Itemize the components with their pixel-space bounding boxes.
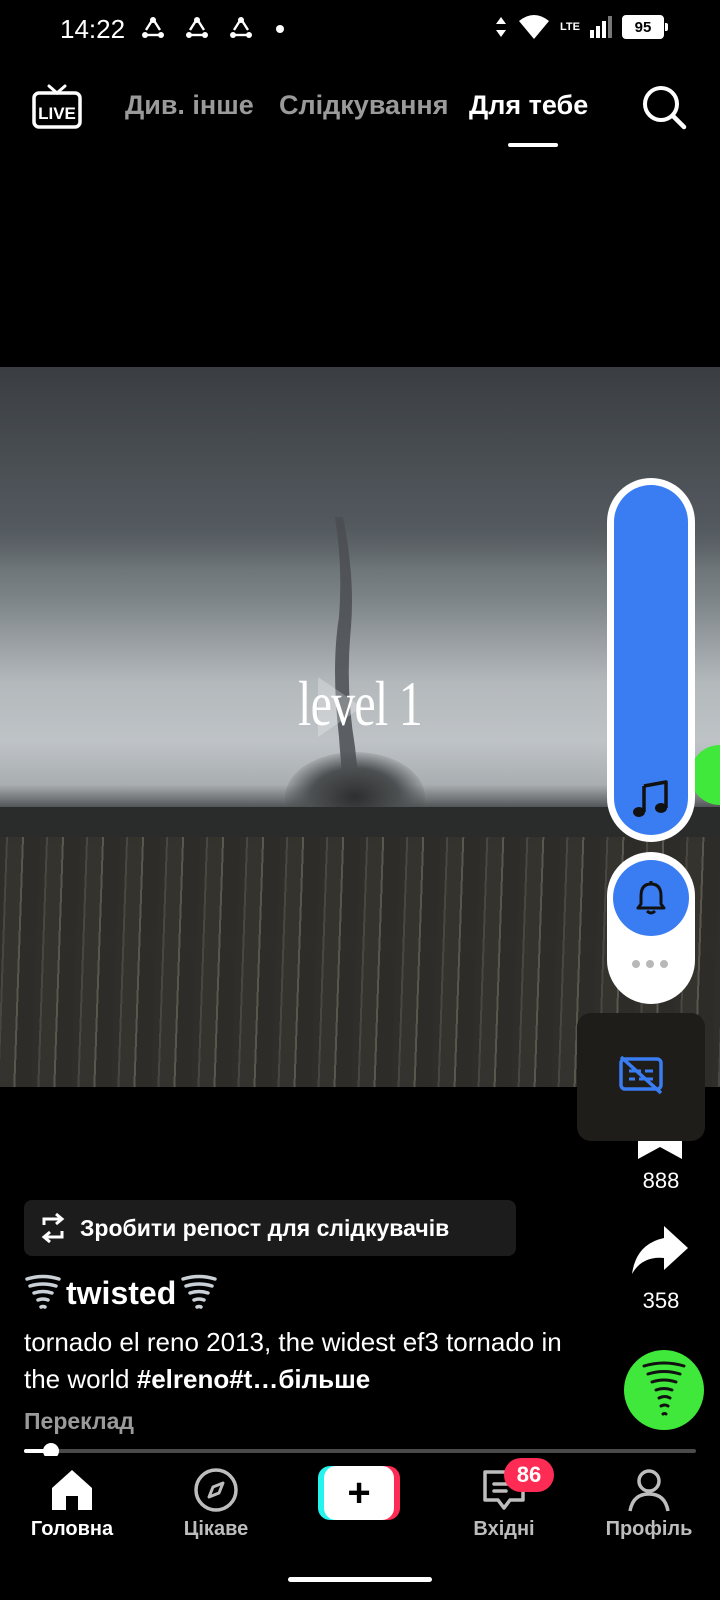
home-indicator	[288, 1577, 432, 1582]
tab-explore[interactable]: Див. інше	[125, 90, 254, 121]
tab-for-you[interactable]: Для тебе	[469, 90, 588, 121]
home-icon	[52, 1470, 92, 1510]
battery-icon: 95	[622, 15, 668, 39]
repost-label: Зробити репост для слідкувачів	[80, 1214, 450, 1241]
tornado-icon	[181, 1274, 217, 1309]
video-overlay-text: level 1	[297, 668, 423, 739]
status-notification-icons	[140, 16, 284, 42]
tornado-icon	[25, 1274, 61, 1309]
plus-icon: +	[324, 1466, 394, 1520]
share-count: 358	[642, 1288, 680, 1313]
progress-track[interactable]	[24, 1449, 696, 1453]
status-system-icons: LTE 95	[494, 14, 668, 40]
live-label: LIVE	[38, 104, 76, 123]
nav-inbox-label: Вхідні	[473, 1518, 535, 1540]
network-type: LTE	[560, 21, 580, 33]
sync-icon	[230, 17, 252, 38]
status-time: 14:22	[60, 14, 126, 44]
search-icon[interactable]	[641, 84, 687, 130]
active-tab-indicator	[508, 143, 558, 147]
bookmark-count: 888	[642, 1168, 680, 1193]
repost-icon	[41, 1213, 65, 1243]
battery-level: 95	[634, 18, 652, 36]
share-icon[interactable]	[630, 1224, 690, 1278]
nav-profile[interactable]: Профіль	[589, 1466, 709, 1541]
author-name[interactable]: twisted	[24, 1273, 218, 1313]
nav-home[interactable]: Головна	[12, 1466, 132, 1541]
inbox-badge: 86	[504, 1458, 554, 1492]
data-arrows-icon	[496, 17, 507, 37]
nav-home-label: Головна	[30, 1518, 114, 1540]
bell-icon	[636, 881, 666, 915]
sync-icon	[142, 17, 164, 38]
more-icon[interactable]	[632, 960, 672, 972]
tab-following[interactable]: Слідкування	[279, 90, 448, 121]
profile-icon	[628, 1469, 670, 1512]
captions-off-icon	[619, 1055, 663, 1095]
post-description[interactable]: tornado el reno 2013, the widest ef3 tor…	[24, 1324, 584, 1398]
music-icon[interactable]	[630, 778, 672, 820]
hashtag-link[interactable]: #elreno#t…	[137, 1364, 279, 1394]
tornado-icon	[642, 1361, 686, 1416]
wifi-icon	[519, 15, 550, 39]
nav-discover[interactable]: Цікаве	[156, 1466, 276, 1541]
compass-icon	[194, 1468, 238, 1512]
nav-discover-label: Цікаве	[183, 1518, 249, 1540]
sync-icon	[186, 17, 208, 38]
live-icon[interactable]: LIVE	[32, 84, 82, 130]
create-button[interactable]: +	[318, 1466, 400, 1520]
nav-profile-label: Профіль	[605, 1518, 693, 1540]
author-handle: twisted	[66, 1274, 177, 1311]
signal-icon	[590, 16, 612, 38]
translate-link[interactable]: Переклад	[24, 1408, 134, 1435]
bookmark-icon[interactable]	[638, 1141, 682, 1159]
repost-button[interactable]: Зробити репост для слідкувачів	[24, 1200, 516, 1256]
status-bar: 14:22 LTE 95	[0, 0, 720, 60]
notification-dot	[276, 25, 284, 33]
more-link[interactable]: більше	[278, 1364, 370, 1394]
